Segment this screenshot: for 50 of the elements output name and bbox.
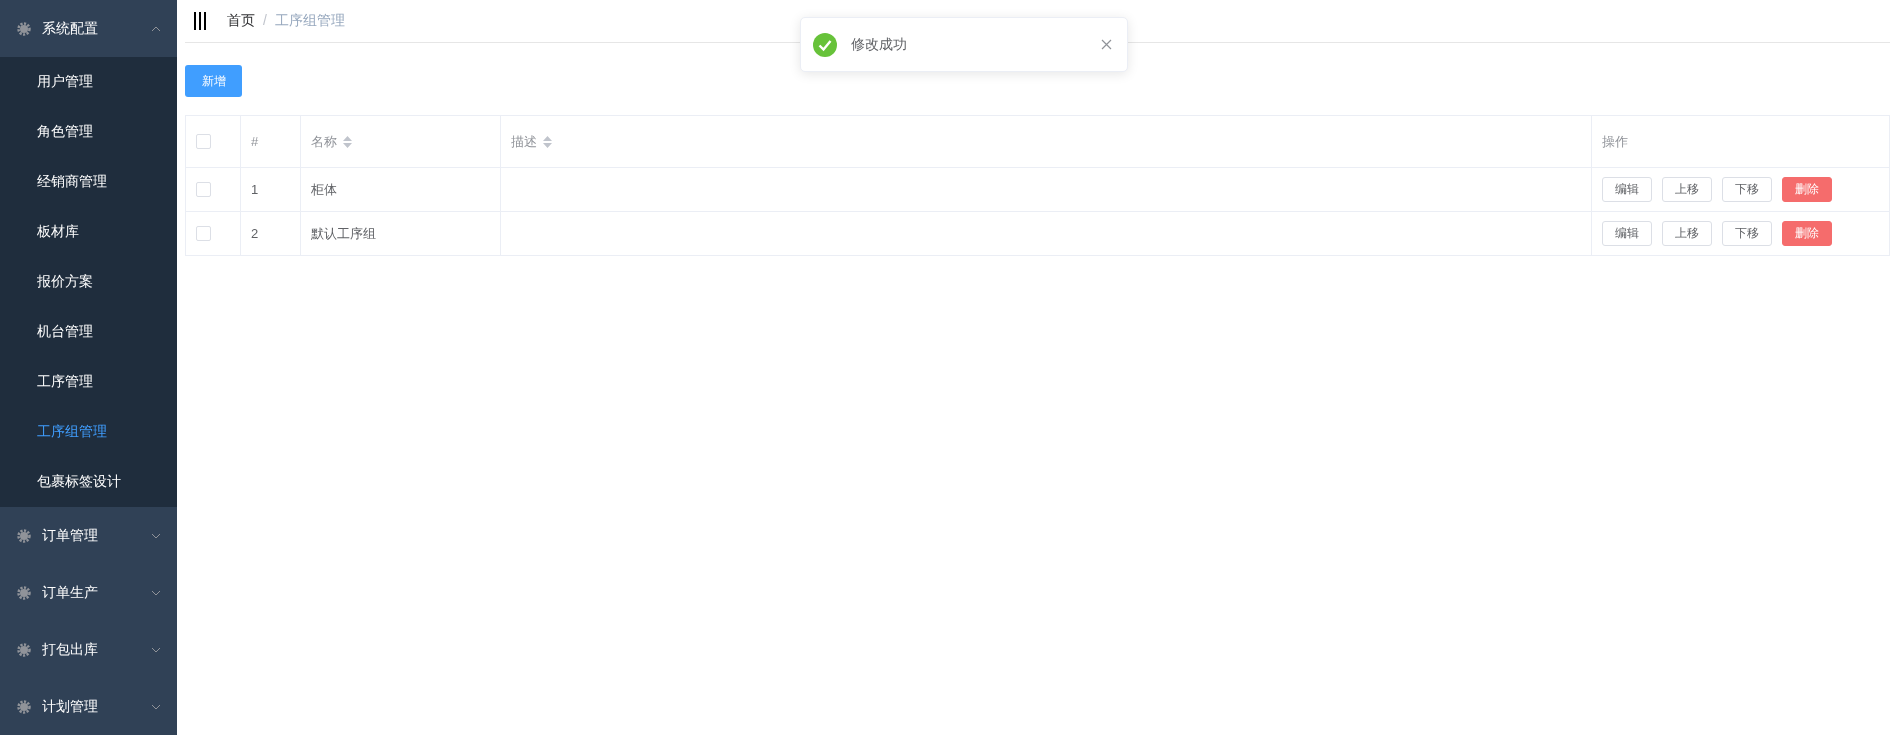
sort-icon[interactable]: [343, 135, 352, 148]
chevron-down-icon: [151, 703, 161, 710]
chevron-up-icon: [151, 25, 161, 32]
menu-icon[interactable]: [193, 12, 207, 30]
sidebar-item[interactable]: 板材库: [0, 207, 177, 257]
row-checkbox[interactable]: [196, 182, 211, 197]
table-cell: 2: [251, 226, 259, 241]
row-checkbox[interactable]: [196, 226, 211, 241]
sidebar-group[interactable]: 订单管理: [0, 507, 177, 564]
chevron-down-icon: [151, 532, 161, 539]
gear-icon: [16, 584, 32, 601]
sidebar-item[interactable]: 工序组管理: [0, 407, 177, 457]
sidebar-group[interactable]: 订单生产: [0, 564, 177, 621]
column-header: 描述: [511, 132, 537, 151]
sidebar-item[interactable]: 角色管理: [0, 107, 177, 157]
sidebar-group[interactable]: 计划管理: [0, 678, 177, 735]
sidebar-item[interactable]: 包裹标签设计: [0, 457, 177, 507]
action-button[interactable]: 下移: [1722, 221, 1772, 246]
chevron-down-icon: [151, 589, 161, 596]
sidebar-group[interactable]: 打包出库: [0, 621, 177, 678]
sidebar-item[interactable]: 用户管理: [0, 57, 177, 107]
action-button[interactable]: 上移: [1662, 177, 1712, 202]
action-button[interactable]: 编辑: [1602, 221, 1652, 246]
action-button[interactable]: 上移: [1662, 221, 1712, 246]
column-header: 名称: [311, 132, 337, 151]
table-cell: 柜体: [311, 180, 337, 199]
sidebar-group[interactable]: 系统配置: [0, 0, 177, 57]
breadcrumb-item: 工序组管理: [274, 12, 345, 30]
toast-message: 修改成功: [851, 35, 908, 54]
gear-icon: [16, 527, 32, 544]
gear-icon: [16, 698, 32, 715]
action-button[interactable]: 编辑: [1602, 177, 1652, 202]
table-cell: 1: [251, 182, 259, 197]
gear-icon: [16, 641, 32, 658]
action-button[interactable]: 下移: [1722, 177, 1772, 202]
select-all-checkbox[interactable]: [196, 134, 211, 149]
sidebar-item[interactable]: 工序管理: [0, 357, 177, 407]
table-cell: 默认工序组: [311, 224, 376, 243]
close-icon[interactable]: [1101, 39, 1112, 50]
success-icon: [813, 32, 837, 57]
breadcrumb-item[interactable]: 首页: [227, 12, 255, 30]
sidebar-item[interactable]: 报价方案: [0, 257, 177, 307]
column-header: #: [251, 134, 259, 149]
column-header: 操作: [1602, 132, 1628, 151]
sidebar-item[interactable]: 经销商管理: [0, 157, 177, 207]
sort-icon[interactable]: [543, 135, 552, 148]
breadcrumb-separator: /: [263, 12, 267, 30]
sidebar-item[interactable]: 机台管理: [0, 307, 177, 357]
chevron-down-icon: [151, 646, 161, 653]
gear-icon: [16, 20, 32, 37]
